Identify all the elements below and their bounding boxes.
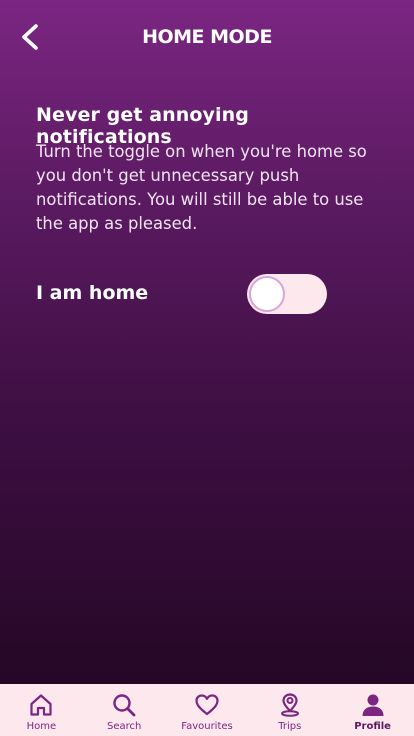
home-toggle-label: I am home	[36, 282, 149, 304]
user-icon	[362, 694, 384, 716]
tab-profile[interactable]: Profile	[331, 684, 414, 736]
bottom-tab-bar: Home Search Favourites Trips Profile	[0, 684, 414, 736]
home-icon	[30, 694, 52, 716]
section-description: Turn the toggle on when you're home so y…	[36, 142, 367, 233]
home-mode-toggle[interactable]	[247, 274, 327, 314]
top-bar: HOME MODE	[0, 0, 414, 76]
search-icon	[113, 694, 136, 717]
tab-favourites-label: Favourites	[181, 721, 233, 732]
toggle-knob	[249, 276, 285, 312]
tab-home-label: Home	[26, 721, 57, 732]
map-pin-icon	[280, 693, 299, 717]
page-title: HOME MODE	[142, 26, 272, 48]
tab-search[interactable]: Search	[83, 684, 166, 736]
tab-profile-label: Profile	[354, 721, 391, 732]
tab-search-label: Search	[107, 721, 142, 732]
tab-favourites[interactable]: Favourites	[166, 684, 249, 736]
heart-icon	[195, 694, 219, 716]
screen-background: HOME MODE Never get annoying notificatio…	[0, 0, 414, 684]
tab-trips-label: Trips	[278, 721, 302, 732]
tab-home[interactable]: Home	[0, 684, 83, 736]
tab-trips[interactable]: Trips	[248, 684, 331, 736]
